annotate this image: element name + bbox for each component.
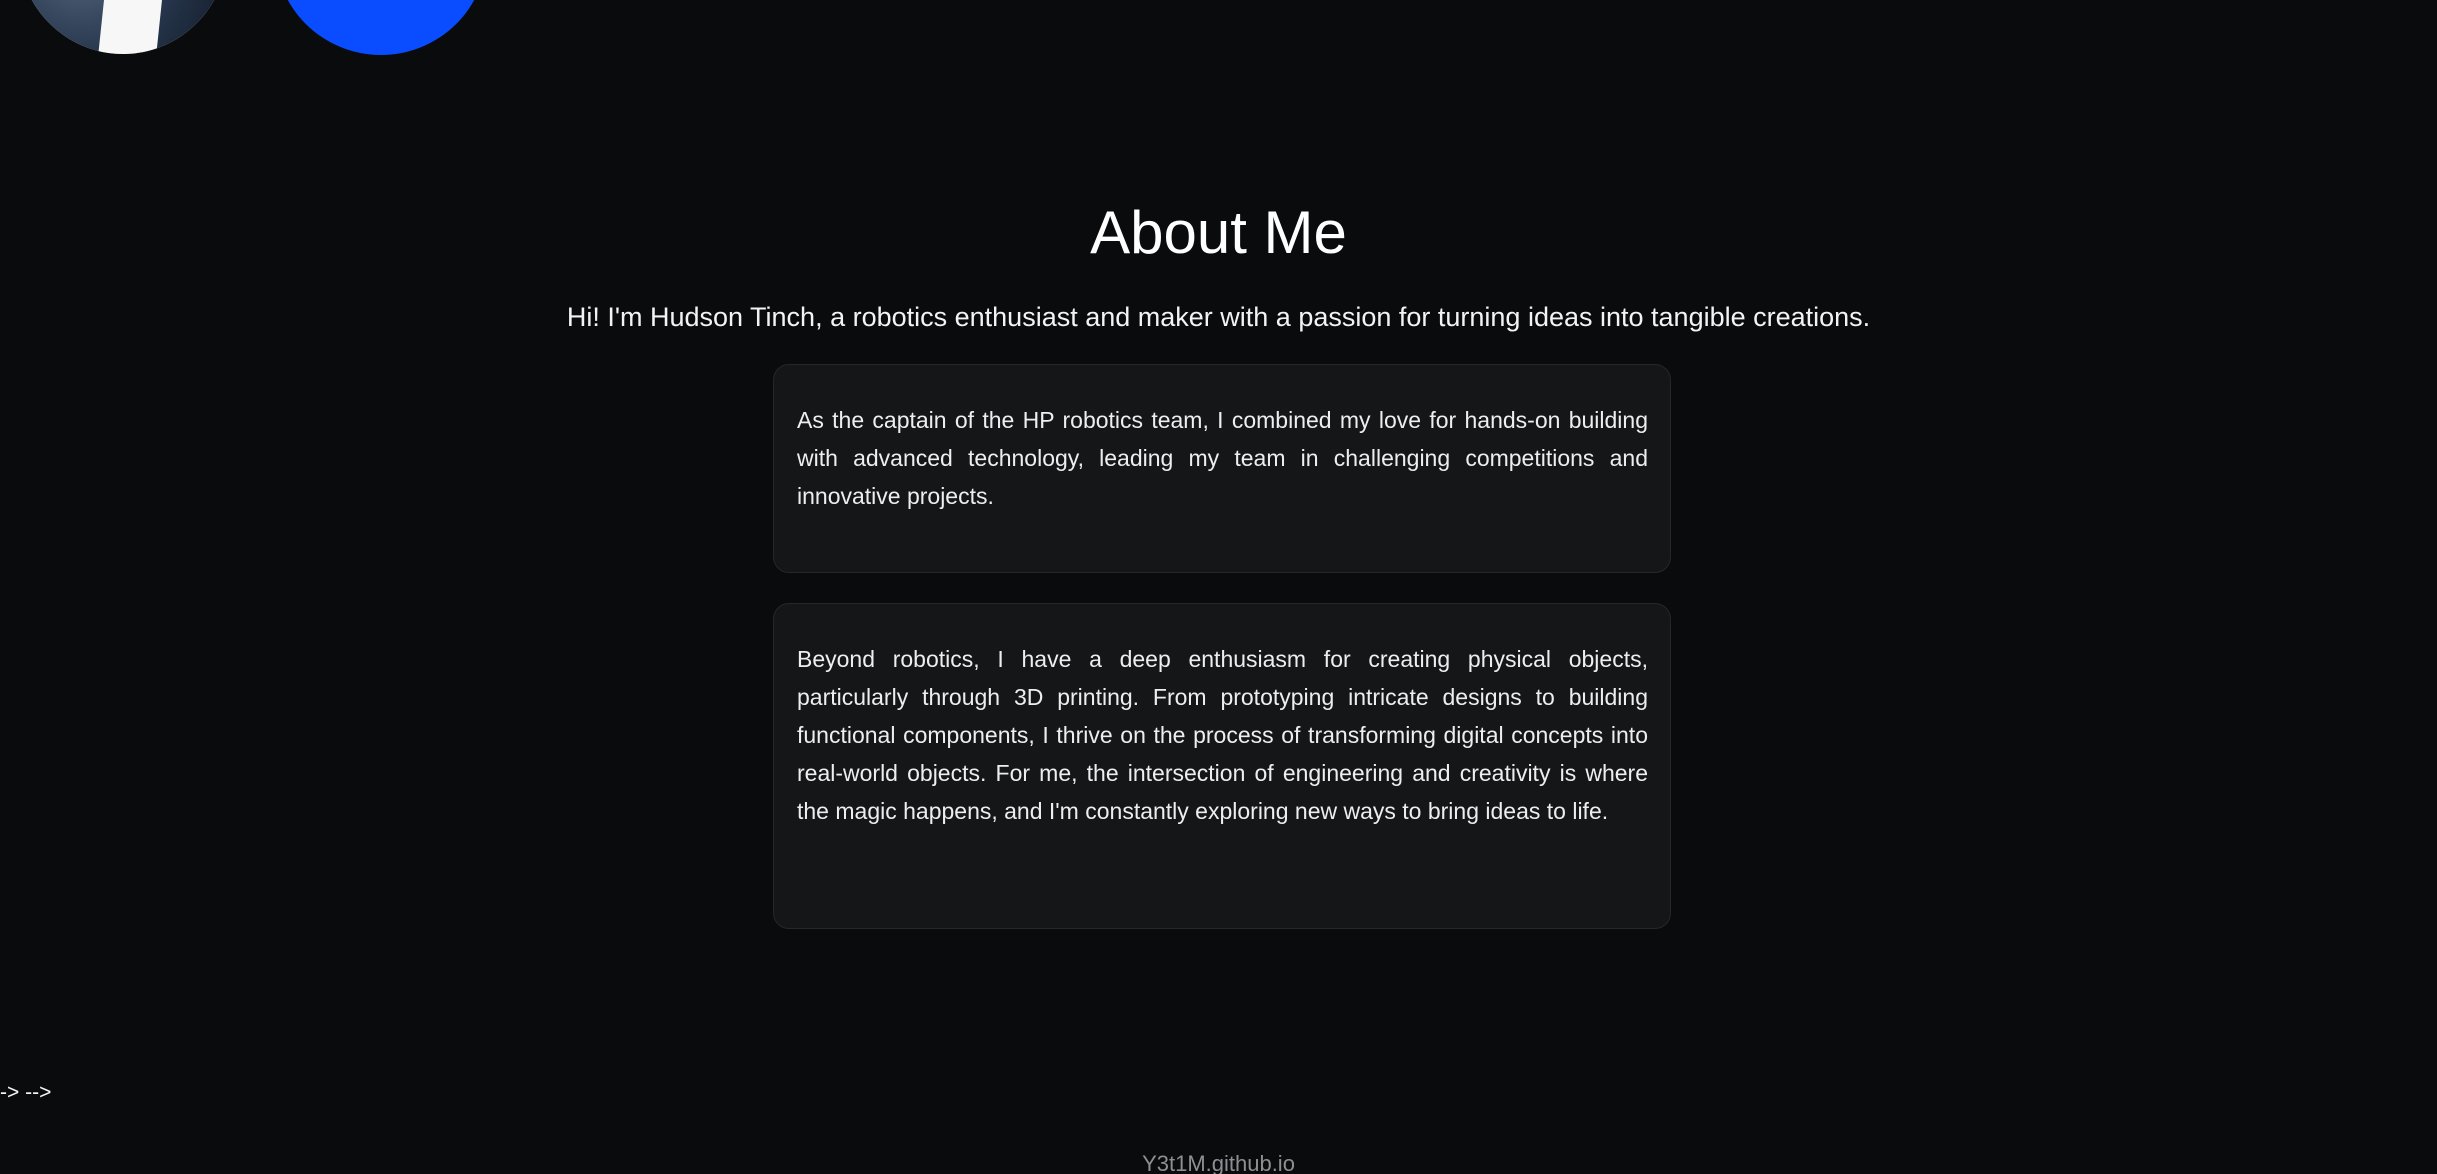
robotics-card: As the captain of the HP robotics team, … <box>773 364 1671 573</box>
html-comment-artifact-text: -> --> <box>0 1081 52 1104</box>
page-title: About Me <box>1090 199 1347 266</box>
intro-text: Hi! I'm Hudson Tinch, a robotics enthusi… <box>566 302 1871 332</box>
footer-site-link[interactable]: Y3t1M.github.io <box>0 1149 2437 1174</box>
blue-circle-decoration <box>275 0 487 55</box>
robotics-card-text: As the captain of the HP robotics team, … <box>797 407 1648 509</box>
avatar <box>18 0 228 54</box>
about-page: About Me Hi! I'm Hudson Tinch, a robotic… <box>0 0 2437 1174</box>
maker-card-text: Beyond robotics, I have a deep enthusias… <box>797 646 1648 824</box>
maker-card: Beyond robotics, I have a deep enthusias… <box>773 603 1671 929</box>
